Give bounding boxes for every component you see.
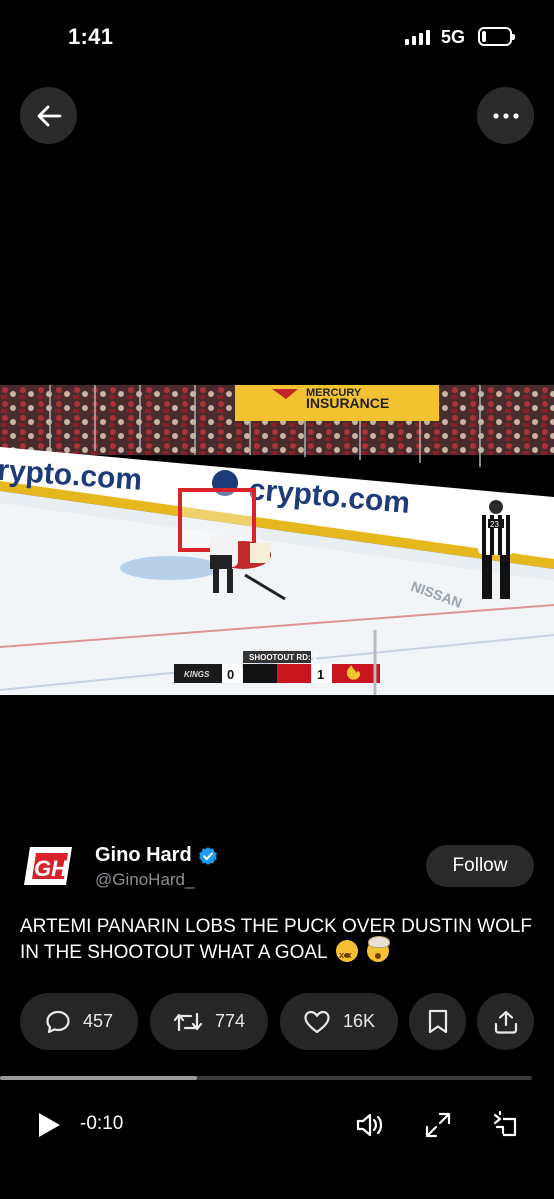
expand-icon[interactable] (423, 1110, 453, 1140)
video-player[interactable]: MERCURY INSURANCE crypto.com crypto.com … (0, 385, 554, 695)
follow-button[interactable]: Follow (426, 845, 534, 887)
back-button[interactable] (20, 87, 77, 144)
avatar[interactable]: GH (20, 843, 76, 889)
like-button[interactable]: 16K (280, 993, 398, 1050)
time-remaining: -0:10 (80, 1113, 124, 1134)
verified-badge-icon (198, 846, 217, 865)
battery-icon (478, 27, 515, 46)
away-score: 0 (227, 667, 234, 682)
author-name-row[interactable]: Gino Hard (95, 844, 218, 867)
referee-number: 23 (490, 520, 499, 529)
reply-button[interactable]: 457 (20, 993, 138, 1050)
bookmark-icon (428, 1009, 447, 1033)
video-frame: MERCURY INSURANCE crypto.com crypto.com … (0, 385, 554, 695)
reply-count: 457 (82, 1011, 114, 1031)
banner-bottom-text: INSURANCE (306, 395, 389, 411)
arrow-left-icon (37, 105, 61, 126)
repost-icon (173, 1012, 203, 1031)
network-label: 5G (441, 27, 466, 47)
avatar-text: GH (34, 856, 68, 881)
video-progress-fill (0, 1076, 197, 1080)
dizzy-face-icon (336, 940, 359, 968)
display-name[interactable]: Gino Hard (95, 844, 192, 867)
repost-count: 774 (214, 1011, 246, 1031)
reply-icon (46, 1010, 70, 1033)
more-options-button[interactable] (477, 87, 534, 144)
repost-button[interactable]: 774 (150, 993, 268, 1050)
ellipsis-icon (492, 112, 519, 119)
heart-icon (304, 1010, 330, 1033)
speaker-icon[interactable] (354, 1110, 384, 1140)
bookmark-button[interactable] (409, 993, 466, 1050)
home-score: 1 (317, 667, 324, 682)
handle[interactable]: @GinoHard_ (95, 870, 194, 890)
video-progress-bar[interactable] (0, 1076, 532, 1080)
tweet-text: ARTEMI PANARIN LOBS THE PUCK OVER DUSTIN… (20, 914, 540, 968)
signal-icon (405, 29, 430, 45)
play-icon[interactable] (36, 1111, 62, 1139)
tweet-body: ARTEMI PANARIN LOBS THE PUCK OVER DUSTIN… (20, 916, 533, 963)
exploding-head-icon (367, 936, 391, 962)
away-team: KINGS (184, 670, 210, 679)
share-icon (494, 1010, 517, 1034)
status-bar: 1:41 5G (0, 0, 554, 74)
share-button[interactable] (477, 993, 534, 1050)
like-count: 16K (342, 1011, 376, 1031)
rotate-icon[interactable] (491, 1110, 521, 1140)
status-time: 1:41 (68, 24, 114, 49)
scorebug-label: SHOOTOUT RD: 2 (249, 653, 318, 662)
